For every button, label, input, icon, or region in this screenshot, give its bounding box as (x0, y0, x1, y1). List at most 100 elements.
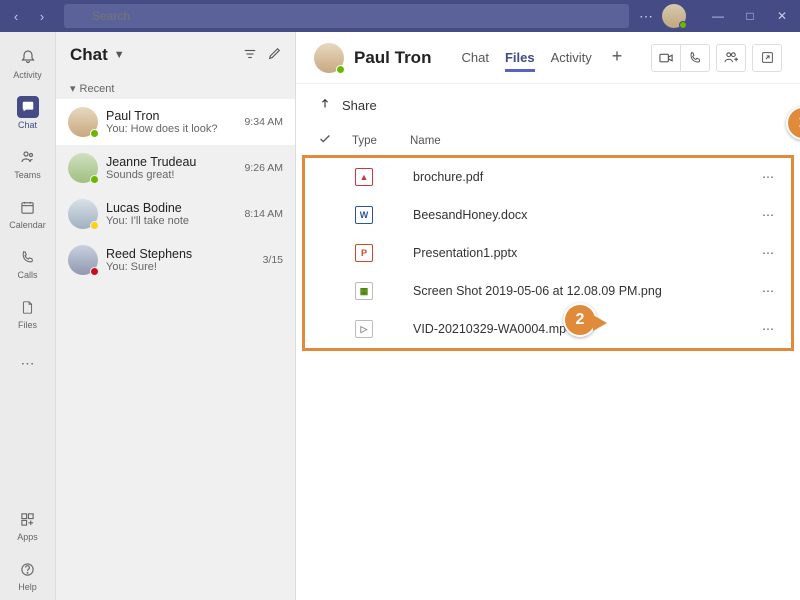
rail-calls[interactable]: Calls (0, 238, 56, 288)
callout-pointer-icon (593, 315, 607, 331)
close-button[interactable]: ✕ (768, 4, 796, 28)
caret-icon: ▾ (70, 82, 76, 95)
chat-row[interactable]: Reed Stephens You: Sure! 3/15 (56, 237, 295, 283)
powerpoint-file-icon: P (355, 244, 373, 262)
back-button[interactable]: ‹ (4, 4, 28, 28)
avatar (68, 107, 98, 137)
rail-label: Calendar (9, 220, 46, 230)
file-more-button[interactable]: ⋯ (762, 246, 775, 260)
chat-row[interactable]: Jeanne Trudeau Sounds great! 9:26 AM (56, 145, 295, 191)
files-header: Type Name (296, 126, 800, 155)
presence-available-icon (90, 129, 99, 138)
rail-apps[interactable]: Apps (0, 500, 56, 550)
rail-label: Files (18, 320, 37, 330)
file-more-button[interactable]: ⋯ (762, 284, 775, 298)
chat-preview: You: I'll take note (106, 215, 236, 227)
minimize-button[interactable]: — (704, 4, 732, 28)
file-row[interactable]: ▷ VID-20210329-WA0004.mp4 ⋯ (305, 310, 791, 348)
rail-label: Help (18, 582, 37, 592)
pdf-file-icon: ▲ (355, 168, 373, 186)
bell-icon (17, 46, 39, 68)
file-name: Screen Shot 2019-05-06 at 12.08.09 PM.pn… (413, 284, 762, 298)
new-chat-icon[interactable] (267, 47, 281, 64)
chat-name: Lucas Bodine (106, 201, 236, 215)
chat-icon (17, 96, 39, 118)
share-icon (318, 97, 332, 114)
video-call-button[interactable] (651, 44, 681, 72)
chevron-down-icon[interactable]: ▼ (114, 49, 125, 61)
phone-icon (17, 246, 39, 268)
rail-more[interactable]: ⋯ (0, 338, 56, 388)
chat-time: 8:14 AM (244, 208, 283, 220)
rail-help[interactable]: Help (0, 550, 56, 600)
presence-away-icon (90, 221, 99, 230)
chat-row[interactable]: Paul Tron You: How does it look? 9:34 AM (56, 99, 295, 145)
presence-busy-icon (90, 267, 99, 276)
rail-label: Activity (13, 70, 42, 80)
file-more-button[interactable]: ⋯ (762, 208, 775, 222)
share-button[interactable]: Share (342, 98, 377, 113)
file-name: BeesandHoney.docx (413, 208, 762, 222)
apps-icon (17, 508, 39, 530)
more-icon[interactable]: ⋯ (639, 8, 654, 25)
more-icon: ⋯ (17, 352, 39, 374)
tab-chat[interactable]: Chat (461, 46, 488, 69)
rail-label: Apps (17, 532, 38, 542)
file-icon (17, 296, 39, 318)
chat-name: Reed Stephens (106, 247, 255, 261)
title-bar: ‹ › ⋯ — □ ✕ (0, 0, 800, 32)
rail-files[interactable]: Files (0, 288, 56, 338)
file-row[interactable]: W BeesandHoney.docx ⋯ (305, 196, 791, 234)
presence-available-icon (679, 21, 687, 29)
callout-badge-2: 2 (563, 303, 597, 337)
popout-button[interactable] (752, 44, 782, 72)
share-bar: Share (296, 84, 800, 126)
chat-time: 3/15 (263, 254, 283, 266)
contact-name: Paul Tron (354, 48, 431, 68)
add-people-button[interactable] (716, 44, 746, 72)
file-more-button[interactable]: ⋯ (762, 322, 775, 336)
content-header: Paul Tron Chat Files Activity + (296, 32, 800, 84)
calendar-icon (17, 196, 39, 218)
current-user-avatar[interactable] (662, 4, 686, 28)
column-name[interactable]: Name (410, 135, 778, 147)
rail-label: Chat (18, 120, 37, 130)
chat-list-pane: Chat ▼ ▾ Recent Paul Tron You: How does … (56, 32, 296, 600)
app-rail: Activity Chat Teams Calendar Calls Files… (0, 32, 56, 600)
chat-name: Paul Tron (106, 109, 236, 123)
tab-activity[interactable]: Activity (551, 46, 592, 69)
add-tab-button[interactable]: + (608, 46, 623, 69)
tab-files[interactable]: Files (505, 46, 535, 72)
chat-time: 9:26 AM (244, 162, 283, 174)
avatar (68, 153, 98, 183)
video-file-icon: ▷ (355, 320, 373, 338)
file-row[interactable]: ▲ brochure.pdf ⋯ (305, 158, 791, 196)
chat-row[interactable]: Lucas Bodine You: I'll take note 8:14 AM (56, 191, 295, 237)
rail-teams[interactable]: Teams (0, 138, 56, 188)
rail-calendar[interactable]: Calendar (0, 188, 56, 238)
filter-icon[interactable] (243, 47, 257, 64)
file-row[interactable]: ▦ Screen Shot 2019-05-06 at 12.08.09 PM.… (305, 272, 791, 310)
file-more-button[interactable]: ⋯ (762, 170, 775, 184)
column-type[interactable]: Type (352, 135, 410, 147)
files-list-highlight: ▲ brochure.pdf ⋯ W BeesandHoney.docx ⋯ P… (302, 155, 794, 351)
avatar (314, 43, 344, 73)
file-row[interactable]: P Presentation1.pptx ⋯ (305, 234, 791, 272)
rail-label: Calls (17, 270, 37, 280)
checkmark-icon[interactable] (318, 137, 332, 149)
forward-button[interactable]: › (30, 4, 54, 28)
recent-section[interactable]: ▾ Recent (56, 78, 295, 99)
rail-activity[interactable]: Activity (0, 38, 56, 88)
chat-list-title: Chat (70, 45, 108, 65)
audio-call-button[interactable] (680, 44, 710, 72)
teams-icon (17, 146, 39, 168)
image-file-icon: ▦ (355, 282, 373, 300)
content-pane: Paul Tron Chat Files Activity + Share (296, 32, 800, 600)
rail-chat[interactable]: Chat (0, 88, 56, 138)
chat-preview: You: How does it look? (106, 123, 236, 135)
search-input[interactable] (64, 4, 629, 28)
chat-preview: Sounds great! (106, 169, 236, 181)
presence-available-icon (90, 175, 99, 184)
maximize-button[interactable]: □ (736, 4, 764, 28)
chat-time: 9:34 AM (244, 116, 283, 128)
